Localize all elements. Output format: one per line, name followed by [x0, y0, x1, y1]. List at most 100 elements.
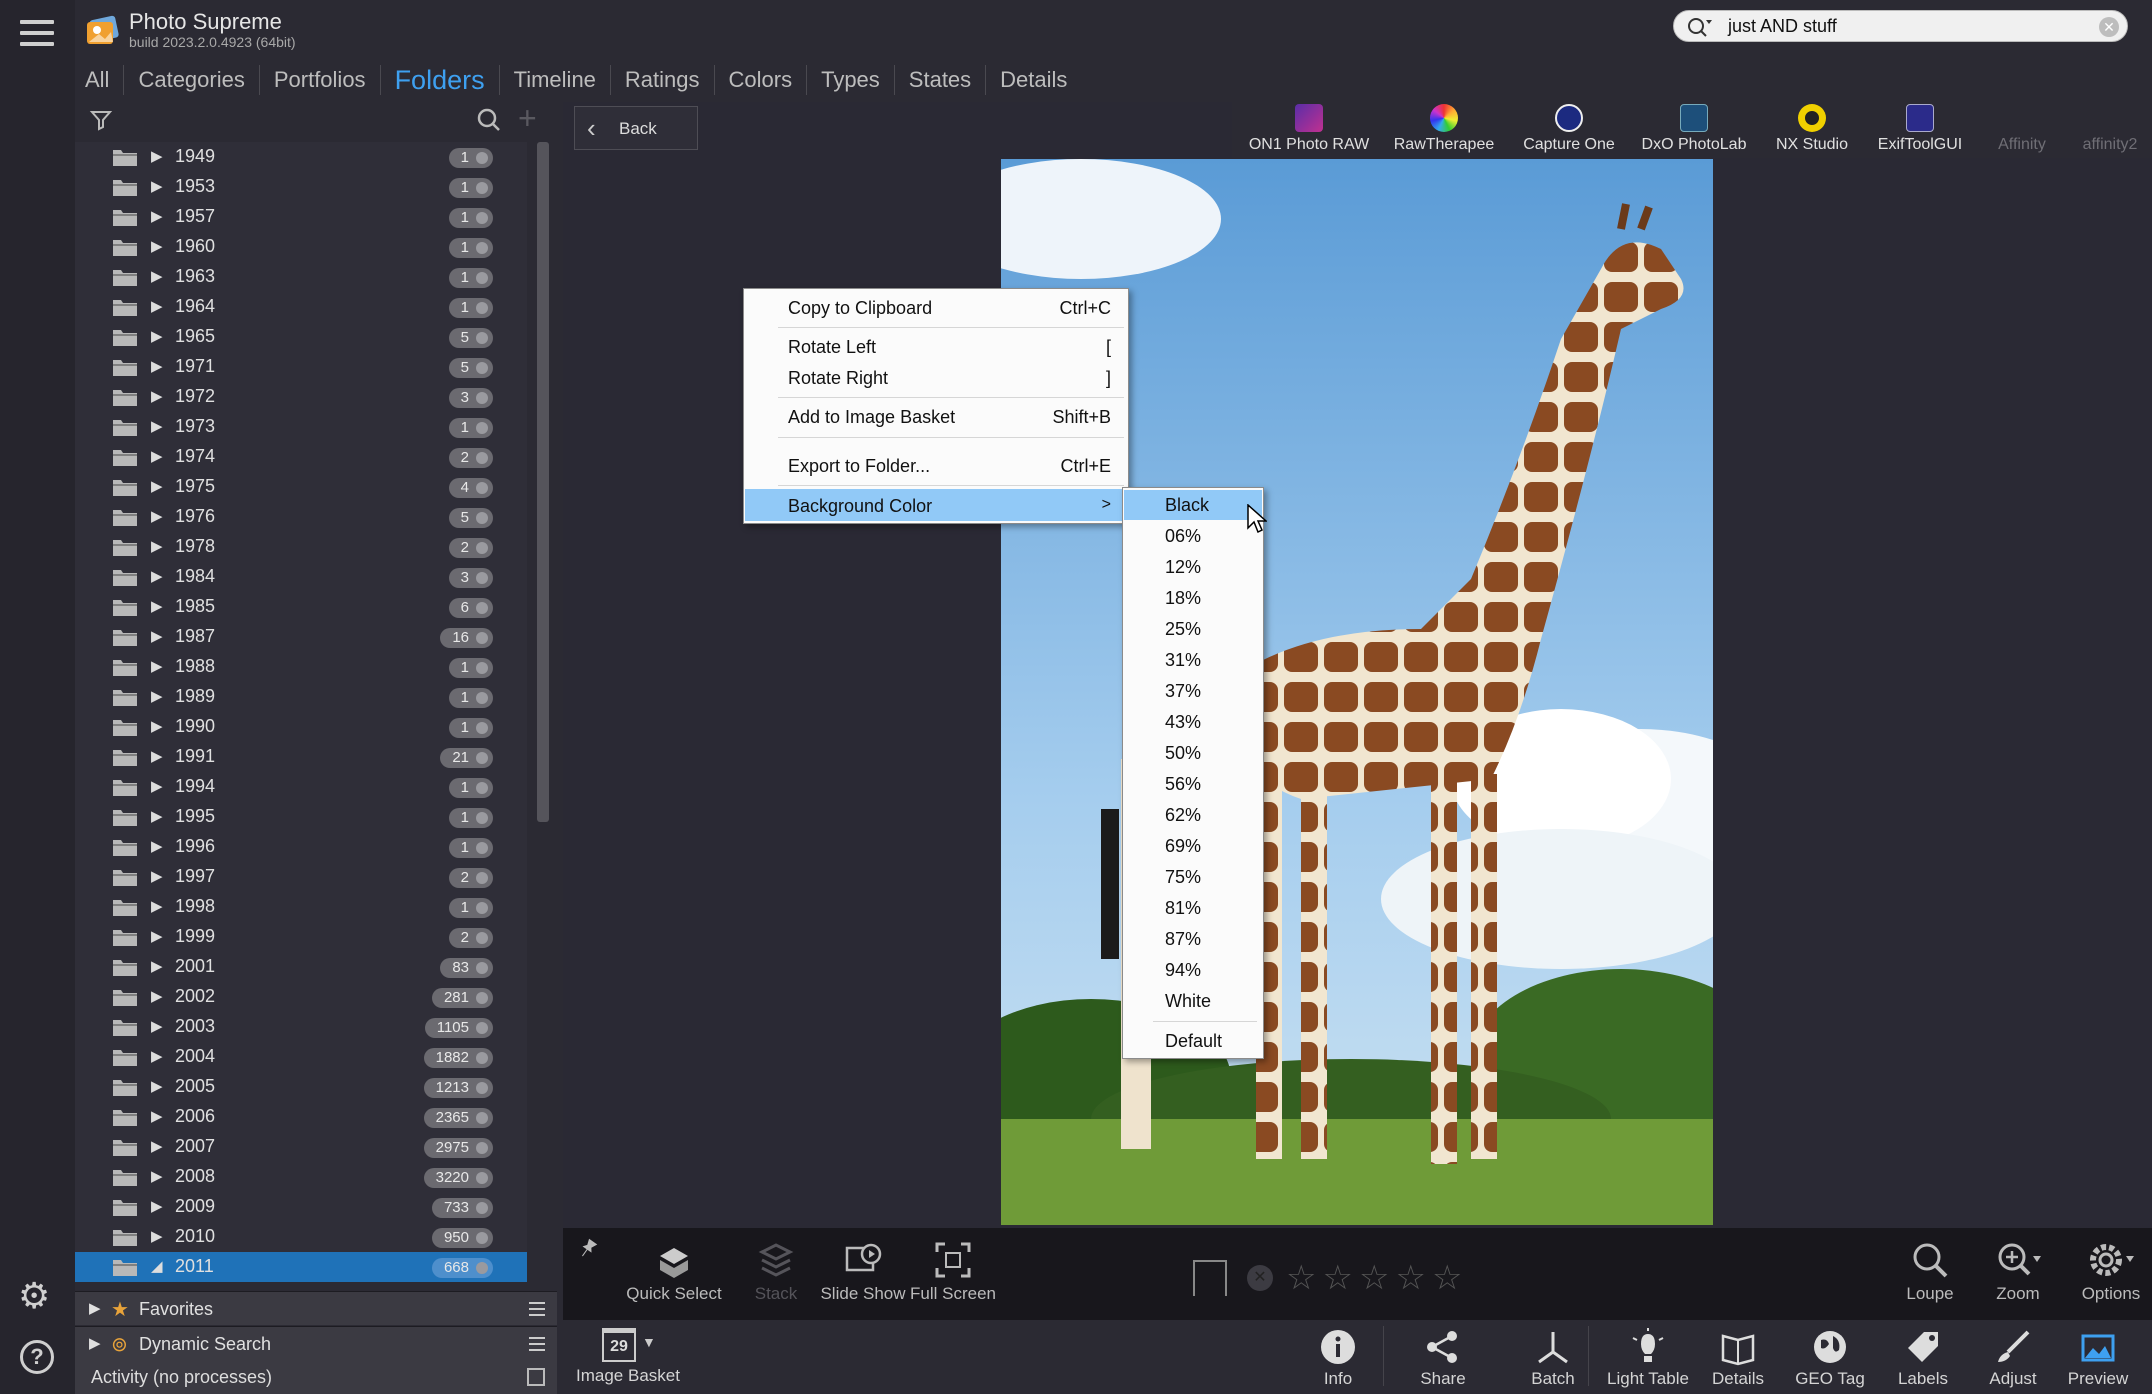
- folder-row-2001[interactable]: ▶ 2001 83: [75, 952, 527, 982]
- folder-row-2004[interactable]: ▶ 2004 1882: [75, 1042, 527, 1072]
- folder-row-2002[interactable]: ▶ 2002 281: [75, 982, 527, 1012]
- editor-dxo[interactable]: DxO PhotoLab: [1634, 102, 1754, 154]
- menu-copy-to-clipboard[interactable]: Copy to Clipboard Ctrl+C: [745, 291, 1127, 323]
- expand-arrow-icon[interactable]: ▶: [151, 597, 163, 615]
- bg-color-option-black[interactable]: Black: [1124, 490, 1262, 520]
- expand-arrow-icon[interactable]: ▶: [151, 1107, 163, 1125]
- expand-arrow-icon[interactable]: ▶: [151, 327, 163, 345]
- expand-arrow-icon[interactable]: ▶: [151, 867, 163, 885]
- expand-arrow-icon[interactable]: ▶: [151, 927, 163, 945]
- expand-arrow-icon[interactable]: ▶: [151, 267, 163, 285]
- bg-color-option-37pct[interactable]: 37%: [1124, 676, 1262, 706]
- menu-rotate-right[interactable]: Rotate Right ]: [745, 361, 1127, 393]
- star-rating-1[interactable]: ☆: [1286, 1258, 1316, 1298]
- editor-on1[interactable]: ON1 Photo RAW: [1244, 102, 1374, 154]
- star-rating-4[interactable]: ☆: [1395, 1258, 1425, 1298]
- bg-color-option-25pct[interactable]: 25%: [1124, 614, 1262, 644]
- dropdown-arrow-icon[interactable]: ▼: [642, 1334, 656, 1350]
- help-icon[interactable]: ?: [20, 1340, 54, 1374]
- stack-button[interactable]: Stack: [741, 1228, 811, 1304]
- expand-arrow-icon[interactable]: ▶: [151, 207, 163, 225]
- tab-types[interactable]: Types: [807, 65, 895, 95]
- bg-color-option-69pct[interactable]: 69%: [1124, 831, 1262, 861]
- flag-icon[interactable]: [1193, 1260, 1227, 1296]
- bg-color-option-62pct[interactable]: 62%: [1124, 800, 1262, 830]
- dynamic-search-section[interactable]: ▶ ⊚ Dynamic Search: [75, 1326, 557, 1360]
- folder-row-1971[interactable]: ▶ 1971 5: [75, 352, 527, 382]
- filter-icon[interactable]: [89, 108, 113, 132]
- bg-color-option-default[interactable]: Default: [1124, 1026, 1262, 1056]
- tab-states[interactable]: States: [895, 65, 987, 95]
- expand-arrow-icon[interactable]: ▶: [151, 567, 163, 585]
- full-screen-button[interactable]: Full Screen: [903, 1228, 1003, 1304]
- add-folder-icon[interactable]: +: [518, 100, 537, 137]
- expand-arrow-icon[interactable]: ▶: [151, 687, 163, 705]
- share-button[interactable]: Share: [1408, 1320, 1478, 1389]
- expand-arrow-icon[interactable]: ▶: [151, 387, 163, 405]
- folder-row-2006[interactable]: ▶ 2006 2365: [75, 1102, 527, 1132]
- folder-row-1997[interactable]: ▶ 1997 2: [75, 862, 527, 892]
- zoom-button[interactable]: Zoom: [1983, 1228, 2053, 1304]
- expand-arrow-icon[interactable]: ▶: [151, 657, 163, 675]
- folder-row-2003[interactable]: ▶ 2003 1105: [75, 1012, 527, 1042]
- bg-color-option-white[interactable]: White: [1124, 986, 1262, 1016]
- back-button[interactable]: ‹ Back: [574, 106, 698, 150]
- menu-export-to-folder[interactable]: Export to Folder... Ctrl+E: [745, 449, 1127, 481]
- slide-show-button[interactable]: Slide Show: [813, 1228, 913, 1304]
- expand-arrow-icon[interactable]: ▶: [151, 837, 163, 855]
- expand-arrow-icon[interactable]: ▶: [151, 357, 163, 375]
- expand-arrow-icon[interactable]: ▶: [151, 507, 163, 525]
- folder-row-1991[interactable]: ▶ 1991 21: [75, 742, 527, 772]
- expand-arrow-icon[interactable]: ▶: [151, 1137, 163, 1155]
- search-text[interactable]: just AND stuff: [1728, 16, 1837, 37]
- expand-arrow-icon[interactable]: ▶: [151, 627, 163, 645]
- tab-timeline[interactable]: Timeline: [500, 65, 611, 95]
- folder-row-1953[interactable]: ▶ 1953 1: [75, 172, 527, 202]
- image-basket-button[interactable]: 29 ▼ Image Basket: [573, 1320, 683, 1386]
- expand-arrow-icon[interactable]: ▶: [151, 1077, 163, 1095]
- bg-color-option-56pct[interactable]: 56%: [1124, 769, 1262, 799]
- folder-row-1976[interactable]: ▶ 1976 5: [75, 502, 527, 532]
- tab-all[interactable]: All: [75, 65, 125, 95]
- editor-exiftoolgui[interactable]: ExifToolGUI: [1870, 102, 1970, 154]
- folder-row-1964[interactable]: ▶ 1964 1: [75, 292, 527, 322]
- star-rating-5[interactable]: ☆: [1432, 1258, 1462, 1298]
- editor-nx-studio[interactable]: NX Studio: [1762, 102, 1862, 154]
- expand-arrow-icon[interactable]: ▶: [151, 1047, 163, 1065]
- preview-button[interactable]: Preview: [2058, 1320, 2138, 1389]
- expand-arrow-icon[interactable]: ▶: [151, 987, 163, 1005]
- expand-arrow-icon[interactable]: ▶: [151, 297, 163, 315]
- expand-arrow-icon[interactable]: ▶: [151, 417, 163, 435]
- folder-row-1990[interactable]: ▶ 1990 1: [75, 712, 527, 742]
- search-clear-icon[interactable]: ✕: [2099, 17, 2119, 37]
- tab-portfolios[interactable]: Portfolios: [260, 65, 381, 95]
- folder-row-1949[interactable]: ▶ 1949 1: [75, 142, 527, 172]
- folder-row-2009[interactable]: ▶ 2009 733: [75, 1192, 527, 1222]
- menu-add-to-image-basket[interactable]: Add to Image Basket Shift+B: [745, 400, 1127, 432]
- folder-row-1988[interactable]: ▶ 1988 1: [75, 652, 527, 682]
- expand-arrow-icon[interactable]: ▶: [151, 1167, 163, 1185]
- bg-color-option-06pct[interactable]: 06%: [1124, 521, 1262, 551]
- folder-row-2011[interactable]: ◢ 2011 668: [75, 1252, 527, 1282]
- info-button[interactable]: Info: [1303, 1320, 1373, 1389]
- expand-arrow-icon[interactable]: ▶: [151, 747, 163, 765]
- expand-arrow-icon[interactable]: ▶: [151, 147, 163, 165]
- folder-row-1975[interactable]: ▶ 1975 4: [75, 472, 527, 502]
- expand-arrow-icon[interactable]: ▶: [151, 807, 163, 825]
- folder-row-1994[interactable]: ▶ 1994 1: [75, 772, 527, 802]
- menu-rotate-left[interactable]: Rotate Left [: [745, 330, 1127, 362]
- expand-arrow-icon[interactable]: ▶: [151, 717, 163, 735]
- bg-color-option-94pct[interactable]: 94%: [1124, 955, 1262, 985]
- folder-row-2007[interactable]: ▶ 2007 2975: [75, 1132, 527, 1162]
- expand-arrow-icon[interactable]: ▶: [151, 957, 163, 975]
- expand-arrow-icon[interactable]: ▶: [151, 897, 163, 915]
- folder-row-1960[interactable]: ▶ 1960 1: [75, 232, 527, 262]
- menu-background-color[interactable]: Background Color >: [745, 489, 1127, 521]
- light-table-button[interactable]: Light Table: [1593, 1320, 1703, 1389]
- section-menu-icon[interactable]: [529, 1337, 545, 1355]
- bg-color-option-81pct[interactable]: 81%: [1124, 893, 1262, 923]
- folder-row-1973[interactable]: ▶ 1973 1: [75, 412, 527, 442]
- details-button[interactable]: Details: [1703, 1320, 1773, 1389]
- options-button[interactable]: Options: [2071, 1228, 2151, 1304]
- expand-arrow-icon[interactable]: ▶: [151, 1017, 163, 1035]
